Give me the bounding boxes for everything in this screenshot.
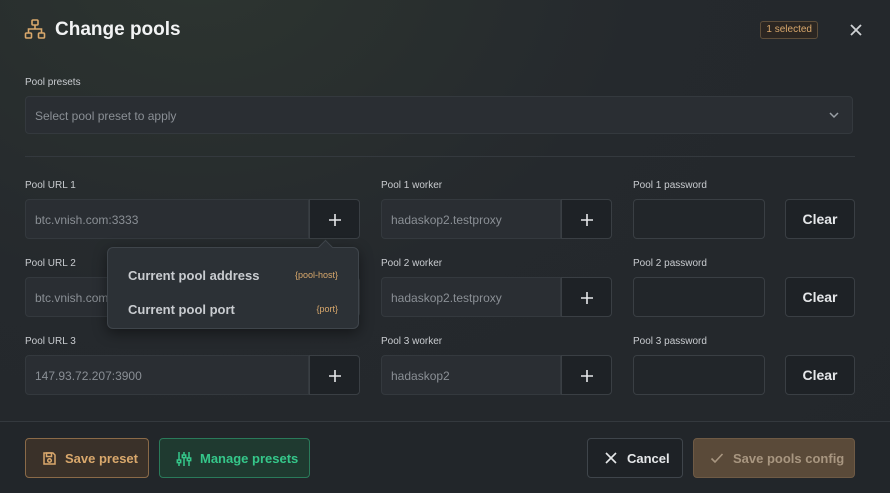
pool-1-worker-value: hadaskop2.testproxy <box>391 213 502 227</box>
pool-url-1-label: Pool URL 1 <box>25 180 76 191</box>
pool-2-worker-input[interactable]: hadaskop2.testproxy <box>381 277 561 317</box>
pool-1-worker-add-button[interactable] <box>561 199 612 239</box>
pool-preset-select[interactable]: Select pool preset to apply <box>25 96 853 134</box>
pool-3-worker-label: Pool 3 worker <box>381 336 443 347</box>
placeholder-dropdown: Current pool address {pool-host} Current… <box>107 239 359 329</box>
pool-3-clear-button[interactable]: Clear <box>785 355 855 395</box>
plus-icon <box>581 214 593 226</box>
save-preset-button[interactable]: Save preset <box>25 438 149 478</box>
pool-2-worker-value: hadaskop2.testproxy <box>391 291 502 305</box>
dropdown-item-label: Current pool address <box>128 268 260 283</box>
pool-1-password-label: Pool 1 password <box>633 180 707 191</box>
dropdown-item-label: Current pool port <box>128 302 235 317</box>
pool-url-3-label: Pool URL 3 <box>25 336 76 347</box>
pool-3-password-label: Pool 3 password <box>633 336 707 347</box>
save-icon <box>43 452 56 465</box>
pool-2-clear-button[interactable]: Clear <box>785 277 855 317</box>
chevron-down-icon <box>829 112 839 119</box>
selected-count-badge: 1 selected <box>760 21 818 39</box>
plus-icon <box>329 370 341 382</box>
pool-preset-placeholder: Select pool preset to apply <box>35 109 177 123</box>
pool-presets-label: Pool presets <box>25 77 81 88</box>
pool-url-3-input[interactable]: 147.93.72.207:3900 <box>25 355 309 395</box>
save-preset-label: Save preset <box>65 451 138 466</box>
pool-3-worker-value: hadaskop2 <box>391 369 450 383</box>
manage-presets-button[interactable]: Manage presets <box>159 438 310 478</box>
pool-3-worker-add-button[interactable] <box>561 355 612 395</box>
pool-2-password-label: Pool 2 password <box>633 258 707 269</box>
modal-footer: Save preset Manage presets Cancel Save p… <box>0 421 890 493</box>
pool-2-worker-add-button[interactable] <box>561 277 612 317</box>
pool-1-clear-button[interactable]: Clear <box>785 199 855 239</box>
cancel-button[interactable]: Cancel <box>587 438 683 478</box>
dropdown-item-tag: {pool-host} <box>294 270 338 280</box>
pool-url-1-input[interactable]: btc.vnish.com:3333 <box>25 199 309 239</box>
modal-title: Change pools <box>55 19 181 40</box>
pool-url-2-label: Pool URL 2 <box>25 258 76 269</box>
pool-url-3-add-button[interactable] <box>309 355 360 395</box>
dropdown-item-tag: {port} <box>316 304 338 314</box>
plus-icon <box>581 370 593 382</box>
modal-header: Change pools 1 selected <box>24 16 866 44</box>
pool-url-3-value: 147.93.72.207:3900 <box>35 369 142 383</box>
manage-presets-label: Manage presets <box>200 451 299 466</box>
pool-url-2-value: btc.vnish.com <box>35 291 109 305</box>
plus-icon <box>581 292 593 304</box>
sliders-icon <box>176 452 192 466</box>
pool-1-password-input[interactable] <box>633 199 765 239</box>
dropdown-item-pool-port[interactable]: Current pool port {port} <box>108 294 358 324</box>
dropdown-arrow <box>317 239 334 256</box>
check-icon <box>710 453 724 464</box>
pool-3-worker-input[interactable]: hadaskop2 <box>381 355 561 395</box>
pool-url-1-value: btc.vnish.com:3333 <box>35 213 139 227</box>
close-icon[interactable] <box>846 20 866 40</box>
cancel-label: Cancel <box>627 451 670 466</box>
section-divider <box>25 156 855 157</box>
pool-3-password-input[interactable] <box>633 355 765 395</box>
x-icon <box>605 452 617 464</box>
plus-icon <box>329 214 341 226</box>
pool-1-worker-label: Pool 1 worker <box>381 180 443 191</box>
pool-2-worker-label: Pool 2 worker <box>381 258 443 269</box>
change-pools-modal: Change pools 1 selected Pool presets Sel… <box>0 0 890 493</box>
pool-1-worker-input[interactable]: hadaskop2.testproxy <box>381 199 561 239</box>
pool-2-password-input[interactable] <box>633 277 765 317</box>
save-pools-config-label: Save pools config <box>733 451 845 466</box>
dropdown-item-pool-address[interactable]: Current pool address {pool-host} <box>108 260 358 290</box>
sitemap-icon <box>24 19 46 39</box>
pool-url-1-add-button[interactable] <box>309 199 360 239</box>
save-pools-config-button[interactable]: Save pools config <box>693 438 855 478</box>
